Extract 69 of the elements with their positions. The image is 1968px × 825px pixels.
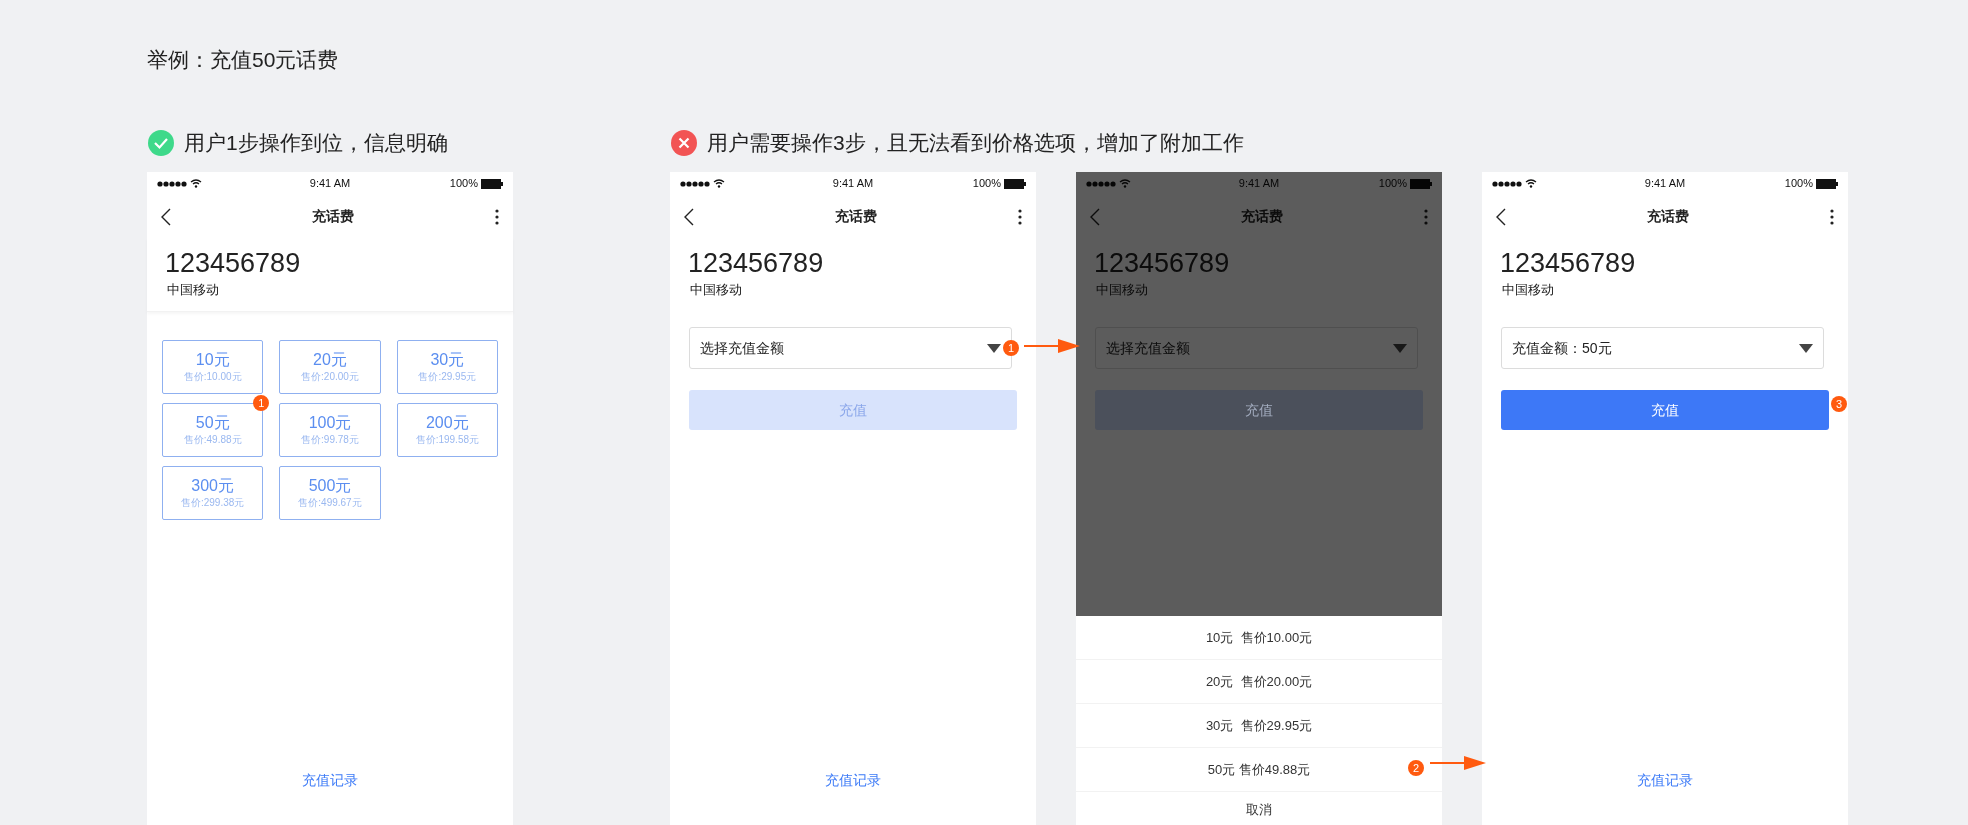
signal-dots-icon <box>1086 180 1116 187</box>
battery-icon <box>481 178 503 189</box>
battery-icon <box>1004 178 1026 189</box>
wifi-icon <box>713 179 725 188</box>
dropdown-caret-icon <box>1393 343 1407 353</box>
step-badge: 1 <box>253 395 270 411</box>
wifi-icon <box>190 179 202 188</box>
recharge-history-link[interactable]: 充值记录 <box>1637 770 1693 791</box>
more-icon[interactable] <box>495 208 499 225</box>
sheet-option[interactable]: 20元 售价20.00元 <box>1076 660 1442 703</box>
amount-option[interactable]: 300元 售价:299.38元 <box>162 466 264 520</box>
more-icon[interactable] <box>1018 208 1022 225</box>
check-icon <box>148 130 174 156</box>
step-badge: 1 <box>1003 340 1019 356</box>
phone-number: 123456789 <box>1094 247 1231 280</box>
amount-option[interactable]: 30元 售价:29.95元 <box>396 340 498 394</box>
section-heading: 用户需要操作3步，且无法看到价格选项，增加了附加工作 <box>707 130 1244 157</box>
phone-number: 123456789 <box>165 247 302 280</box>
recharge-history-link[interactable]: 充值记录 <box>302 770 358 791</box>
battery-icon <box>1816 178 1838 189</box>
battery-percent: 100% <box>1378 176 1407 192</box>
amount-option[interactable]: 500元 售价:499.67元 <box>279 466 381 520</box>
back-icon[interactable] <box>684 207 694 226</box>
nav-title: 充话费 <box>1647 207 1689 226</box>
dropdown-caret-icon <box>987 343 1001 353</box>
status-time: 9:41 AM <box>832 176 874 192</box>
amount-option[interactable]: 10元 售价:10.00元 <box>162 340 264 394</box>
battery-icon <box>1410 178 1432 189</box>
carrier-label: 中国移动 <box>1095 281 1149 299</box>
amount-select[interactable]: 选择充值金额 <box>1095 327 1418 369</box>
more-icon[interactable] <box>1830 208 1834 225</box>
signal-dots-icon <box>157 180 187 187</box>
status-time: 9:41 AM <box>1238 176 1280 192</box>
amount-option[interactable]: 100元 售价:99.78元 <box>279 403 381 457</box>
phone-number: 123456789 <box>1500 247 1637 280</box>
back-icon[interactable] <box>1496 207 1506 226</box>
carrier-label: 中国移动 <box>1501 281 1555 299</box>
recharge-button[interactable]: 充值 <box>1501 390 1829 430</box>
step-badge: 3 <box>1831 396 1847 412</box>
wifi-icon <box>1119 179 1131 188</box>
page-title: 举例：充值50元话费 <box>147 47 339 73</box>
carrier-label: 中国移动 <box>689 281 743 299</box>
phone-number: 123456789 <box>688 247 825 280</box>
carrier-label: 中国移动 <box>166 281 220 299</box>
cancel-button[interactable]: 取消 <box>1076 792 1442 825</box>
amount-option[interactable]: 200元 售价:199.58元 <box>396 403 498 457</box>
sheet-option[interactable]: 30元 售价29.95元 <box>1076 704 1442 747</box>
back-icon[interactable] <box>161 207 171 226</box>
arrow <box>1430 756 1486 770</box>
wifi-icon <box>1525 179 1537 188</box>
battery-percent: 100% <box>1784 176 1813 192</box>
sheet-option[interactable]: 10元 售价10.00元 <box>1076 616 1442 659</box>
signal-dots-icon <box>680 180 710 187</box>
amount-option[interactable]: 20元 售价:20.00元 <box>279 340 381 394</box>
battery-percent: 100% <box>972 176 1001 192</box>
nav-title: 充话费 <box>1241 207 1283 226</box>
step-badge: 2 <box>1408 760 1424 776</box>
arrow <box>1024 339 1080 353</box>
nav-title: 充话费 <box>835 207 877 226</box>
battery-percent: 100% <box>449 176 478 192</box>
dropdown-caret-icon <box>1799 343 1813 353</box>
status-time: 9:41 AM <box>1644 176 1686 192</box>
signal-dots-icon <box>1492 180 1522 187</box>
cross-icon <box>671 130 697 156</box>
nav-title: 充话费 <box>312 207 354 226</box>
recharge-history-link[interactable]: 充值记录 <box>825 770 881 791</box>
status-time: 9:41 AM <box>309 176 351 192</box>
section-heading: 用户1步操作到位，信息明确 <box>184 130 448 157</box>
amount-select[interactable]: 充值金额：50元 <box>1501 327 1824 369</box>
